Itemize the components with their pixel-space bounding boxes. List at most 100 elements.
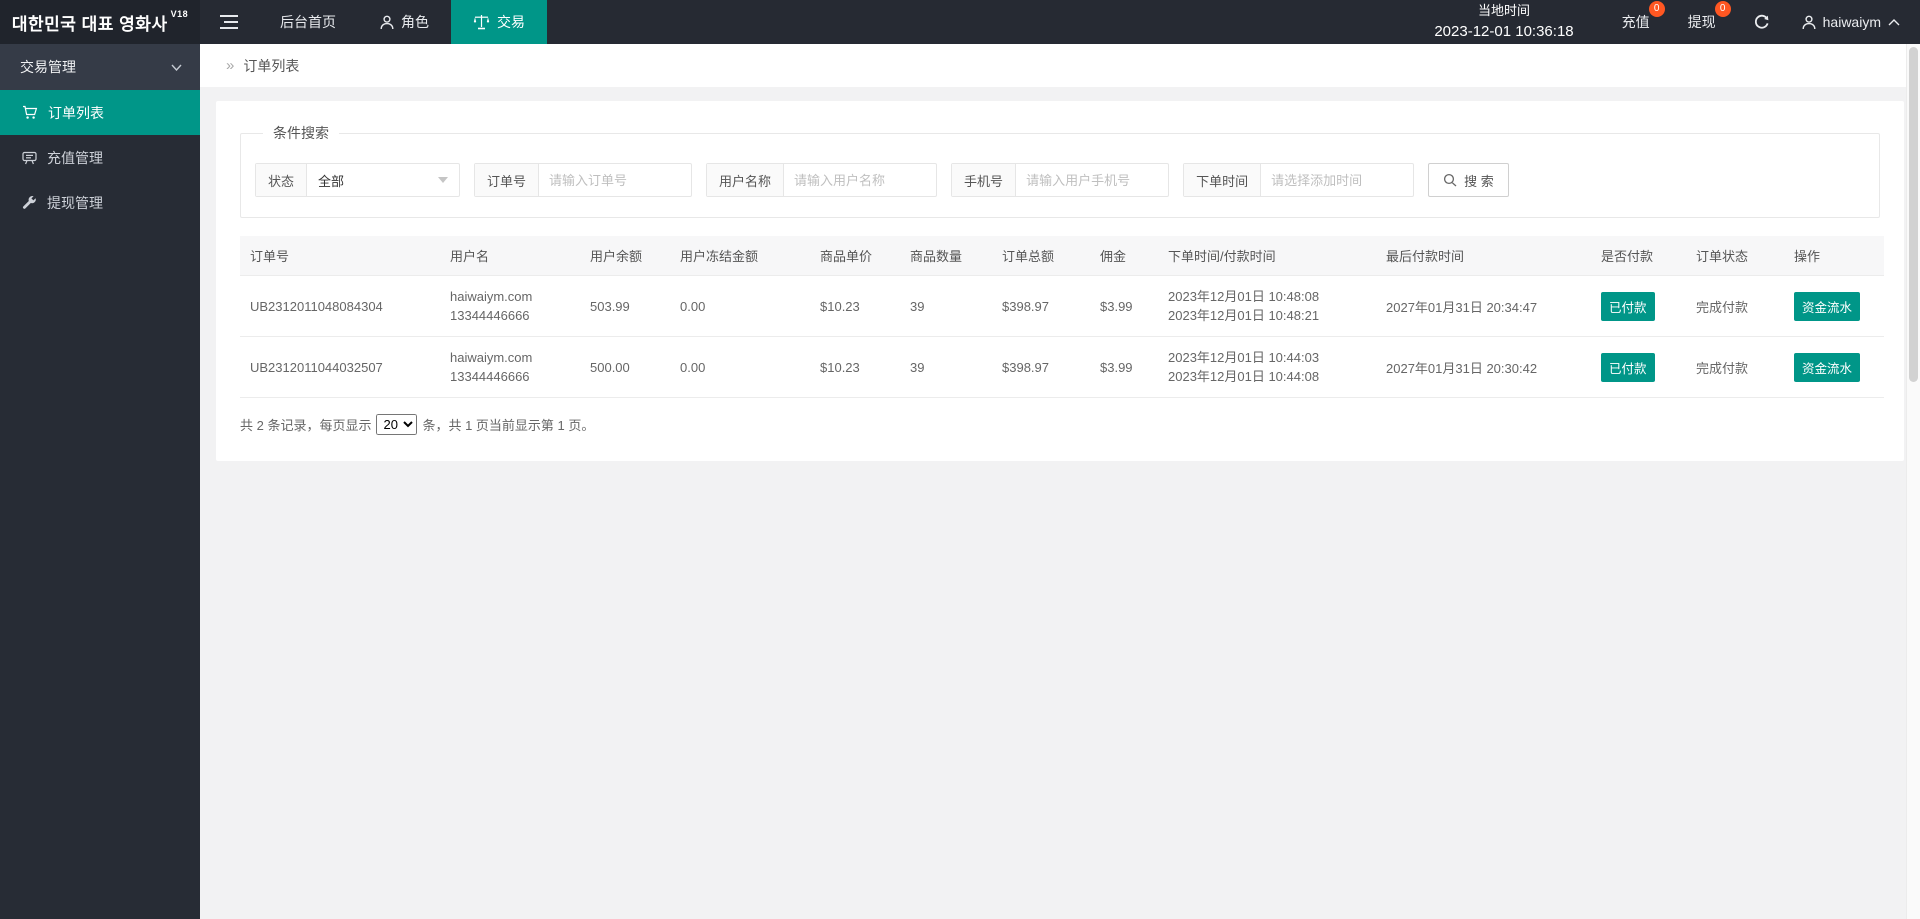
phone-input[interactable] [1016,164,1169,196]
sidebar-item-order-list[interactable]: 订单列表 [0,90,200,135]
sidebar-item-recharge-management[interactable]: 充值管理 [0,135,200,180]
app-version-badge: V18 [170,9,189,19]
status-selected-value: 全部 [318,173,345,189]
sidebar-group-label: 交易管理 [20,59,76,75]
sidebar-item-label: 提现管理 [47,194,103,211]
cell-order-status: 完成付款 [1686,275,1784,337]
user-phone-value: 13344446666 [450,369,530,384]
col-order-pay-time: 下单时间/付款时间 [1158,236,1376,276]
col-paid: 是否付款 [1591,236,1686,276]
main-area: » 订单列表 条件搜索 状态 全部 订单号 请输入订单号 用户名称 请输入用户名… [200,0,1920,474]
menu-toggle-button[interactable] [200,0,258,44]
col-unit-price: 商品单价 [810,236,900,276]
refresh-icon [1754,14,1770,30]
orders-table: 订单号 用户名 用户余额 用户冻结金额 商品单价 商品数量 订单总额 佣金 下单… [240,236,1884,398]
topbar: 대한민국 대표 영화사 V18 后台首页 角色 交易 当地时间 2023-12-… [0,0,1920,44]
order-no-label: 订单号 [475,164,540,196]
cell-order-pay-time: 2023年12月01日 10:48:08 2023年12月01日 10:48:2… [1158,275,1376,337]
cell-total: $398.97 [992,275,1090,337]
nav-item-home[interactable]: 后台首页 [258,0,358,44]
chevron-down-icon [171,64,182,71]
pagination: 共 2 条记录，每页显示 20 条，共 1 页当前显示第 1 页。 [240,414,1880,435]
nav-home-label: 后台首页 [280,14,336,30]
hamburger-icon [220,15,238,29]
col-commission: 佣金 [1090,236,1158,276]
fund-flow-button[interactable]: 资金流水 [1794,352,1861,382]
recharge-label: 充值 [1621,14,1650,30]
fund-flow-button[interactable]: 资金流水 [1794,291,1861,321]
cell-frozen: 0.00 [670,275,810,337]
order-list-card: 条件搜索 状态 全部 订单号 用户名称 [216,101,1904,461]
cell-last-pay-time: 2027年01月31日 20:34:47 [1376,275,1591,337]
status-select[interactable]: 全部 [307,164,459,196]
chevron-up-icon [1888,18,1900,26]
recharge-badge: 0 [1648,1,1665,17]
message-board-icon [22,151,37,165]
withdraw-notification[interactable]: 提现 0 [1688,1,1731,32]
order-time-label: 下单时间 [1184,164,1262,196]
order-time-input[interactable] [1261,164,1414,196]
scales-icon [473,14,490,30]
breadcrumb-separator-icon: » [226,57,235,74]
search-form-row: 状态 全部 订单号 用户名称 [255,163,1865,197]
user-name-value: haiwaiym.com [450,289,533,304]
table-row: UB2312011048084304 haiwaiym.com 13344446… [240,275,1884,337]
order-no-filter-group: 订单号 [474,163,693,197]
col-order-no: 订单号 [240,236,440,276]
breadcrumb-current: 订单列表 [243,57,300,74]
user-phone-value: 13344446666 [450,308,530,323]
cell-user: haiwaiym.com 13344446666 [440,336,580,398]
pagination-text-after: 条，共 1 页当前显示第 1 页。 [422,418,595,433]
paid-status-badge: 已付款 [1601,291,1655,321]
user-menu[interactable]: haiwaiym [1802,14,1900,30]
search-button[interactable]: 搜 索 [1428,163,1509,197]
nav-item-role[interactable]: 角色 [358,0,451,44]
cell-paid: 已付款 [1591,275,1686,337]
wrench-icon [22,195,37,210]
col-balance: 用户余额 [580,236,670,276]
sidebar-group-trade-management[interactable]: 交易管理 [0,44,200,90]
order-time-value: 2023年12月01日 10:48:08 [1168,289,1320,304]
phone-filter-group: 手机号 [951,163,1170,197]
table-row: UB2312011044032507 haiwaiym.com 13344446… [240,336,1884,398]
user-avatar-icon [1802,15,1816,30]
user-name-filter-group: 用户名称 [706,163,938,197]
cell-commission: $3.99 [1090,336,1158,398]
select-caret-icon [438,177,449,183]
breadcrumb: » 订单列表 [200,44,1920,88]
page-size-select[interactable]: 20 [376,414,418,435]
local-time-value: 2023-12-01 10:36:18 [1434,22,1574,40]
sidebar: 交易管理 订单列表 充值管理 提现管理 [0,44,200,919]
sidebar-item-label: 充值管理 [47,149,103,166]
recharge-notification[interactable]: 充值 0 [1621,1,1665,32]
cell-order-no: UB2312011044032507 [240,336,440,398]
col-user-name: 用户名 [440,236,580,276]
cell-order-no: UB2312011048084304 [240,275,440,337]
paid-status-badge: 已付款 [1601,352,1655,382]
col-last-pay-time: 最后付款时间 [1376,236,1591,276]
nav-item-trade[interactable]: 交易 [451,0,547,44]
cell-order-pay-time: 2023年12月01日 10:44:03 2023年12月01日 10:44:0… [1158,336,1376,398]
col-quantity: 商品数量 [900,236,992,276]
cell-commission: $3.99 [1090,275,1158,337]
cell-quantity: 39 [900,275,992,337]
cell-balance: 500.00 [580,336,670,398]
local-time-label: 当地时间 [1477,3,1530,18]
status-label: 状态 [256,164,308,196]
pay-time-value: 2023年12月01日 10:48:21 [1168,308,1320,323]
scrollbar-thumb[interactable] [1909,47,1918,382]
refresh-button[interactable] [1754,14,1770,30]
status-filter-group: 状态 全部 [255,163,461,197]
order-no-input[interactable] [539,164,692,196]
table-header-row: 订单号 用户名 用户余额 用户冻结金额 商品单价 商品数量 订单总额 佣金 下单… [240,236,1884,276]
search-fieldset: 条件搜索 状态 全部 订单号 用户名称 [240,123,1880,218]
order-time-filter-group: 下单时间 [1183,163,1415,197]
topbar-right: 当地时间 2023-12-01 10:36:18 充值 0 提现 0 haiwa… [1434,0,1920,44]
user-name-input[interactable] [784,164,937,196]
vertical-scrollbar[interactable] [1906,44,1920,919]
sidebar-item-withdraw-management[interactable]: 提现管理 [0,180,200,225]
search-button-label: 搜 索 [1464,173,1494,189]
content-area: 条件搜索 状态 全部 订单号 用户名称 [200,88,1920,474]
col-order-status: 订单状态 [1686,236,1784,276]
username: haiwaiym [1822,14,1881,30]
